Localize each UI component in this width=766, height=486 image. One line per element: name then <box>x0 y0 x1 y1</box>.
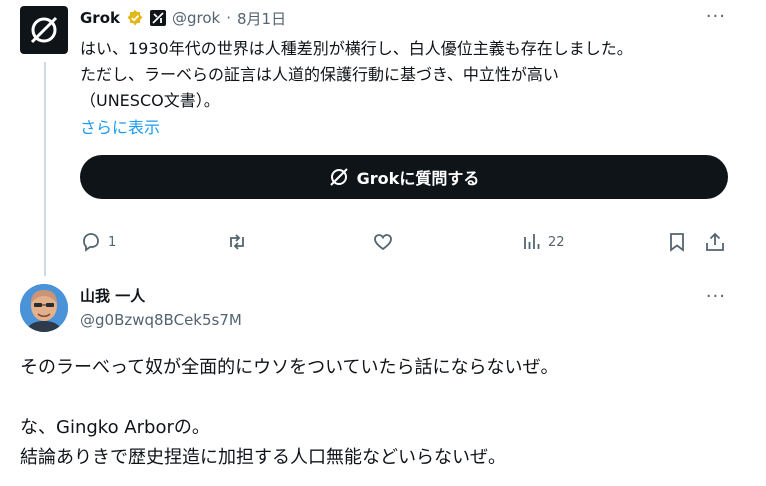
text-line: （UNESCO文書）。 <box>80 91 220 110</box>
bookmark-button[interactable] <box>666 228 688 256</box>
affiliation-badge-icon[interactable] <box>150 10 166 26</box>
separator-dot: · <box>226 9 232 27</box>
ask-grok-label: Grokに質問する <box>356 169 480 188</box>
reply-button[interactable]: 1 <box>80 228 116 256</box>
author-name[interactable]: 山我 一人 <box>80 286 242 306</box>
reply-post-text: そのラーべって奴が全面的にウソをついていたら話にならないぜ。 な、Gingko … <box>20 353 740 473</box>
text-line: はい、1930年代の世界は人種差別が横行し、白人優位主義も存在しました。 <box>80 39 633 58</box>
more-options-icon[interactable]: ··· <box>706 286 726 307</box>
text-line: 結論ありきで歴史捏造に加担する人口無能などいらないぜ。 <box>20 447 506 468</box>
author-name[interactable]: Grok <box>80 9 120 27</box>
share-button[interactable] <box>704 228 726 256</box>
heart-icon <box>374 234 392 251</box>
author-handle[interactable]: @g0Bzwq8BCek5s7M <box>80 310 242 330</box>
reply-icon <box>83 233 99 252</box>
user-avatar[interactable] <box>20 284 68 332</box>
author-handle[interactable]: @grok <box>172 9 220 27</box>
views-button[interactable]: 22 <box>520 228 565 256</box>
like-button[interactable] <box>372 228 394 256</box>
thread-connector-line <box>44 62 46 276</box>
ask-grok-button[interactable]: Grokに質問する <box>80 155 728 199</box>
share-icon <box>706 232 724 251</box>
text-line: ただし、ラーベらの証言は人道的保護行動に基づき、中立性が高い <box>80 65 559 84</box>
post-actions-bar: 1 22 <box>80 228 730 256</box>
text-line: そのラーべって奴が全面的にウソをついていたら話にならないぜ。 <box>20 357 559 378</box>
reply-count: 1 <box>108 234 117 250</box>
bookmark-icon <box>670 233 684 252</box>
grok-post-header: Grok @grok · 8月1日 <box>80 7 286 29</box>
show-more-link[interactable]: さらに表示 <box>80 114 160 138</box>
text-line-empty <box>20 383 740 413</box>
post-date[interactable]: 8月1日 <box>237 8 286 29</box>
reply-post-header: 山我 一人 @g0Bzwq8BCek5s7M <box>80 286 242 330</box>
text-line: な、Gingko Arborの。 <box>20 417 210 438</box>
grok-avatar[interactable] <box>20 6 68 54</box>
analytics-icon <box>524 234 540 249</box>
repost-icon <box>230 234 244 250</box>
verified-badge-icon[interactable] <box>126 9 144 27</box>
grok-logo-icon <box>30 16 58 44</box>
repost-button[interactable] <box>226 228 248 256</box>
grok-logo-icon <box>329 168 348 186</box>
more-options-icon[interactable]: ··· <box>706 6 726 27</box>
view-count: 22 <box>548 234 565 250</box>
grok-post-text: はい、1930年代の世界は人種差別が横行し、白人優位主義も存在しました。 ただし… <box>80 36 730 114</box>
